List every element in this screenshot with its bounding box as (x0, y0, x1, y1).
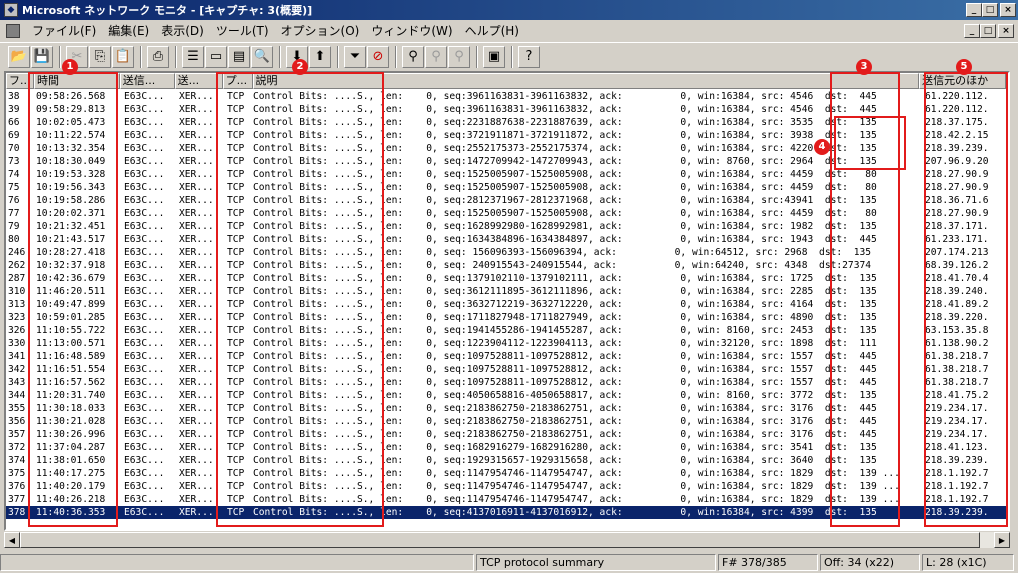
open-icon[interactable]: 📂 (8, 45, 30, 68)
cell-src-mac: E63C... (124, 299, 165, 310)
cell-src-mac: E63C... (124, 117, 165, 128)
status-bar: TCP protocol summary F# 378/385 Off: 34 … (0, 550, 1018, 573)
paste-icon[interactable]: 📋 (112, 45, 134, 68)
summary-pane-icon[interactable]: ☰ (182, 45, 204, 68)
address-database-icon[interactable]: ▣ (483, 45, 505, 68)
menu-edit[interactable]: 編集(E) (102, 22, 155, 39)
cell-src-mac: E63C... (124, 169, 165, 180)
cell-src-mac: E63C... (124, 91, 165, 102)
cell-src-mac: E63C... (124, 377, 165, 388)
col-src-mac[interactable]: 送信... (119, 73, 175, 89)
cell-src-mac: E63C... (124, 429, 165, 440)
cell-src-mac: E63C... (124, 442, 165, 453)
annotation-badge-1: 1 (62, 59, 78, 75)
cell-src-mac: E63C... (124, 312, 165, 323)
annotation-box-time (28, 72, 118, 527)
child-restore-button[interactable]: □ (980, 23, 996, 38)
child-close-button[interactable]: × (998, 23, 1014, 38)
help-icon[interactable]: ? (518, 45, 540, 68)
cell-src-mac: E63C... (124, 221, 165, 232)
cell-src-mac: E63C... (124, 325, 165, 336)
document-icon[interactable] (6, 23, 20, 38)
annotation-badge-2: 2 (292, 59, 308, 75)
cell-src-mac: E63C... (124, 494, 165, 505)
title-bar: ◆ Microsoft ネットワーク モニタ - [キャプチャ: 3(概要)] … (0, 0, 1018, 20)
horizontal-scroll-thumb[interactable] (20, 532, 980, 548)
horizontal-scrollbar[interactable]: ◀ ▶ (4, 532, 1010, 548)
filter-icon[interactable]: ⏷ (344, 45, 366, 68)
scroll-left-arrow-icon[interactable]: ◀ (4, 532, 20, 548)
cell-src-mac: E63C... (124, 455, 165, 466)
menu-tools[interactable]: ツール(T) (210, 22, 275, 39)
annotation-badge-4: 4 (814, 139, 830, 155)
cell-src-mac: E63C... (124, 156, 165, 167)
cell-src-mac: E63C... (124, 364, 165, 375)
window-title: Microsoft ネットワーク モニタ - [キャプチャ: 3(概要)] (22, 4, 313, 17)
hex-pane-icon[interactable]: ▤ (228, 45, 250, 68)
copy-icon[interactable]: ⎘ (89, 45, 111, 68)
cell-src-mac: E63C... (124, 195, 165, 206)
cell-src-mac: E63C... (124, 507, 165, 518)
netmon-app-icon: ◆ (4, 3, 18, 17)
detail-pane-icon[interactable]: ▭ (205, 45, 227, 68)
annotation-box-src-ip (924, 72, 1008, 527)
close-button[interactable]: × (1000, 3, 1016, 17)
minimize-button[interactable]: _ (966, 3, 982, 17)
menu-view[interactable]: 表示(D) (155, 22, 210, 39)
cell-src-mac: E63C... (124, 403, 165, 414)
cell-src-mac: E63C... (124, 104, 165, 115)
cell-src-mac: E63C... (124, 481, 165, 492)
menu-options[interactable]: オプション(O) (275, 22, 366, 39)
find-previous-icon[interactable]: ⚲ (425, 45, 447, 68)
annotation-badge-5: 5 (956, 59, 972, 75)
cell-src-mac: E63C... (124, 273, 165, 284)
cell-src-mac: E63C... (124, 234, 165, 245)
cell-src-mac: E63C... (124, 260, 165, 271)
annotation-box-description (216, 72, 384, 527)
menu-window[interactable]: ウィンドウ(W) (365, 22, 458, 39)
annotation-box-port-135 (834, 116, 906, 170)
scroll-right-arrow-icon[interactable]: ▶ (994, 532, 1010, 548)
maximize-button[interactable]: □ (982, 3, 998, 17)
cell-src-mac: E63C... (124, 286, 165, 297)
cell-src-mac: E63C... (124, 130, 165, 141)
cell-src-mac: E63C... (124, 338, 165, 349)
menu-bar: ファイル(F) 編集(E) 表示(D) ツール(T) オプション(O) ウィンド… (0, 20, 1018, 41)
print-icon[interactable]: ⎙ (147, 45, 169, 68)
status-empty (0, 554, 474, 571)
menu-file[interactable]: ファイル(F) (26, 22, 102, 39)
apply-filter-icon[interactable]: ⊘ (367, 45, 389, 68)
status-offset: Off: 34 (x22) (820, 554, 920, 571)
find-icon[interactable]: ⚲ (402, 45, 424, 68)
status-frame-number: F# 378/385 (718, 554, 818, 571)
cell-src-mac: E63C... (124, 143, 165, 154)
cell-src-mac: E63C... (124, 182, 165, 193)
status-length: L: 28 (x1C) (922, 554, 1014, 571)
status-summary: TCP protocol summary (476, 554, 716, 571)
cell-src-mac: E63C... (124, 351, 165, 362)
cell-src-mac: E63C... (124, 416, 165, 427)
annotation-badge-3: 3 (856, 59, 872, 75)
cell-src-mac: E63C... (124, 208, 165, 219)
child-minimize-button[interactable]: _ (964, 23, 980, 38)
save-icon[interactable]: 💾 (31, 45, 53, 68)
cell-src-mac: E63C... (124, 390, 165, 401)
zoom-icon[interactable]: 🔍 (251, 45, 273, 68)
cell-src-mac: E63C... (124, 247, 165, 258)
menu-help[interactable]: ヘルプ(H) (459, 22, 525, 39)
scroll-up-icon[interactable]: ⬆ (309, 45, 331, 68)
cell-src-mac: E63C... (124, 468, 165, 479)
find-next-icon[interactable]: ⚲ (448, 45, 470, 68)
